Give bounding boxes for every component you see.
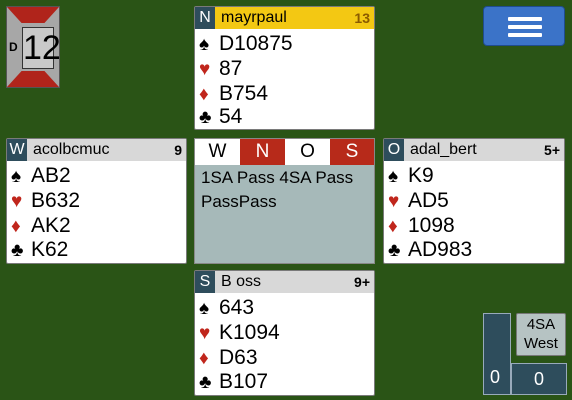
card-list: K9 — [408, 164, 434, 187]
hcp-count: 9+ — [354, 274, 370, 290]
hcp-count: 5+ — [544, 142, 560, 158]
card-list: 1098 — [408, 214, 455, 237]
suit-row-spades: ♠ D10875 — [199, 32, 293, 57]
bid-round-2: PassPass — [201, 192, 277, 211]
suit-row-spades: ♠ K9 — [388, 164, 434, 189]
diamond-icon: ♦ — [199, 84, 209, 105]
player-header-west: W acolbcmuc 9 — [7, 139, 186, 161]
suit-row-hearts: ♥ AD5 — [388, 189, 449, 214]
suit-row-clubs: ♣ AD983 — [388, 238, 472, 263]
player-name: adal_bert — [410, 141, 477, 158]
card-list: 643 — [219, 296, 255, 319]
suit-row-clubs: ♣ K62 — [11, 238, 68, 263]
contract-box: 4SA West — [516, 313, 566, 356]
hcp-count: 13 — [354, 10, 370, 26]
card-list: 54 — [219, 105, 243, 128]
bid-round-1: 1SA Pass 4SA Pass — [201, 168, 354, 187]
card-list: K62 — [31, 238, 69, 261]
diamond-icon: ♦ — [199, 348, 209, 369]
vulnerability-top — [7, 7, 59, 23]
card-list: B107 — [219, 370, 269, 393]
club-icon: ♣ — [388, 240, 401, 261]
score-ew: 0 — [511, 363, 567, 395]
suit-row-diamonds: ♦ 1098 — [388, 214, 455, 239]
suit-row-diamonds: ♦ D63 — [199, 346, 258, 371]
suit-row-spades: ♠ 643 — [199, 296, 254, 321]
player-name: B oss — [221, 273, 262, 290]
score-ns: 0 — [483, 313, 511, 395]
suit-row-diamonds: ♦ AK2 — [11, 214, 71, 239]
bidding-header: W N O S — [195, 139, 374, 165]
hand-west: W acolbcmuc 9 ♠ AB2 ♥ B632 ♦ AK2 ♣ K62 — [6, 138, 187, 264]
player-name: mayrpaul — [221, 9, 287, 26]
hand-east: O adal_bert 5+ ♠ K9 ♥ AD5 ♦ 1098 ♣ AD983 — [383, 138, 565, 264]
bid-column-west: W — [195, 139, 240, 165]
suit-row-hearts: ♥ 87 — [199, 57, 242, 82]
bidding-box: W N O S 1SA Pass 4SA Pass PassPass — [194, 138, 375, 264]
player-header-north: N mayrpaul 13 — [195, 7, 374, 29]
card-list: AD5 — [408, 189, 449, 212]
spade-icon: ♠ — [11, 166, 22, 187]
spade-icon: ♠ — [199, 298, 210, 319]
player-header-south: S B oss 9+ — [195, 271, 374, 293]
bid-column-south: S — [330, 139, 374, 165]
diamond-icon: ♦ — [11, 216, 21, 237]
contract-declarer: West — [524, 335, 558, 352]
card-list: D63 — [219, 346, 258, 369]
hand-north: N mayrpaul 13 ♠ D10875 ♥ 87 ♦ B754 ♣ 54 — [194, 6, 375, 130]
card-list: AB2 — [31, 164, 71, 187]
club-icon: ♣ — [199, 107, 212, 128]
card-list: B632 — [31, 189, 81, 212]
seat-badge: W — [7, 139, 27, 161]
card-list: AK2 — [31, 214, 71, 237]
card-list: D10875 — [219, 32, 293, 55]
spade-icon: ♠ — [199, 34, 210, 55]
seat-badge: O — [384, 139, 404, 161]
board-number: 12 — [22, 27, 60, 69]
bid-column-east: O — [285, 139, 330, 165]
heart-icon: ♥ — [388, 191, 400, 212]
heart-icon: ♥ — [199, 59, 211, 80]
suit-row-clubs: ♣ 54 — [199, 105, 242, 130]
hcp-count: 9 — [174, 142, 182, 158]
score-value: 0 — [534, 369, 545, 389]
spade-icon: ♠ — [388, 166, 399, 187]
seat-badge: S — [195, 271, 215, 293]
bid-column-north: N — [240, 139, 285, 165]
diamond-icon: ♦ — [388, 216, 398, 237]
heart-icon: ♥ — [11, 191, 23, 212]
menu-button[interactable] — [483, 6, 565, 46]
seat-badge: N — [195, 7, 215, 29]
board-indicator: D 12 — [6, 6, 60, 88]
card-list: B754 — [219, 82, 269, 105]
hand-south: S B oss 9+ ♠ 643 ♥ K1094 ♦ D63 ♣ B107 — [194, 270, 375, 396]
club-icon: ♣ — [11, 240, 24, 261]
suit-row-diamonds: ♦ B754 — [199, 82, 268, 107]
player-name: acolbcmuc — [33, 141, 110, 158]
contract-bid: 4SA — [526, 316, 556, 333]
card-list: AD983 — [408, 238, 473, 261]
suit-row-hearts: ♥ B632 — [11, 189, 80, 214]
score-value: 0 — [490, 367, 501, 387]
club-icon: ♣ — [199, 372, 212, 393]
card-list: 87 — [219, 57, 243, 80]
vulnerability-bottom — [7, 71, 59, 87]
dealer-label: D — [9, 40, 18, 54]
heart-icon: ♥ — [199, 323, 211, 344]
suit-row-spades: ♠ AB2 — [11, 164, 71, 189]
card-list: K1094 — [219, 321, 280, 344]
suit-row-hearts: ♥ K1094 — [199, 321, 280, 346]
suit-row-clubs: ♣ B107 — [199, 370, 268, 395]
player-header-east: O adal_bert 5+ — [384, 139, 564, 161]
